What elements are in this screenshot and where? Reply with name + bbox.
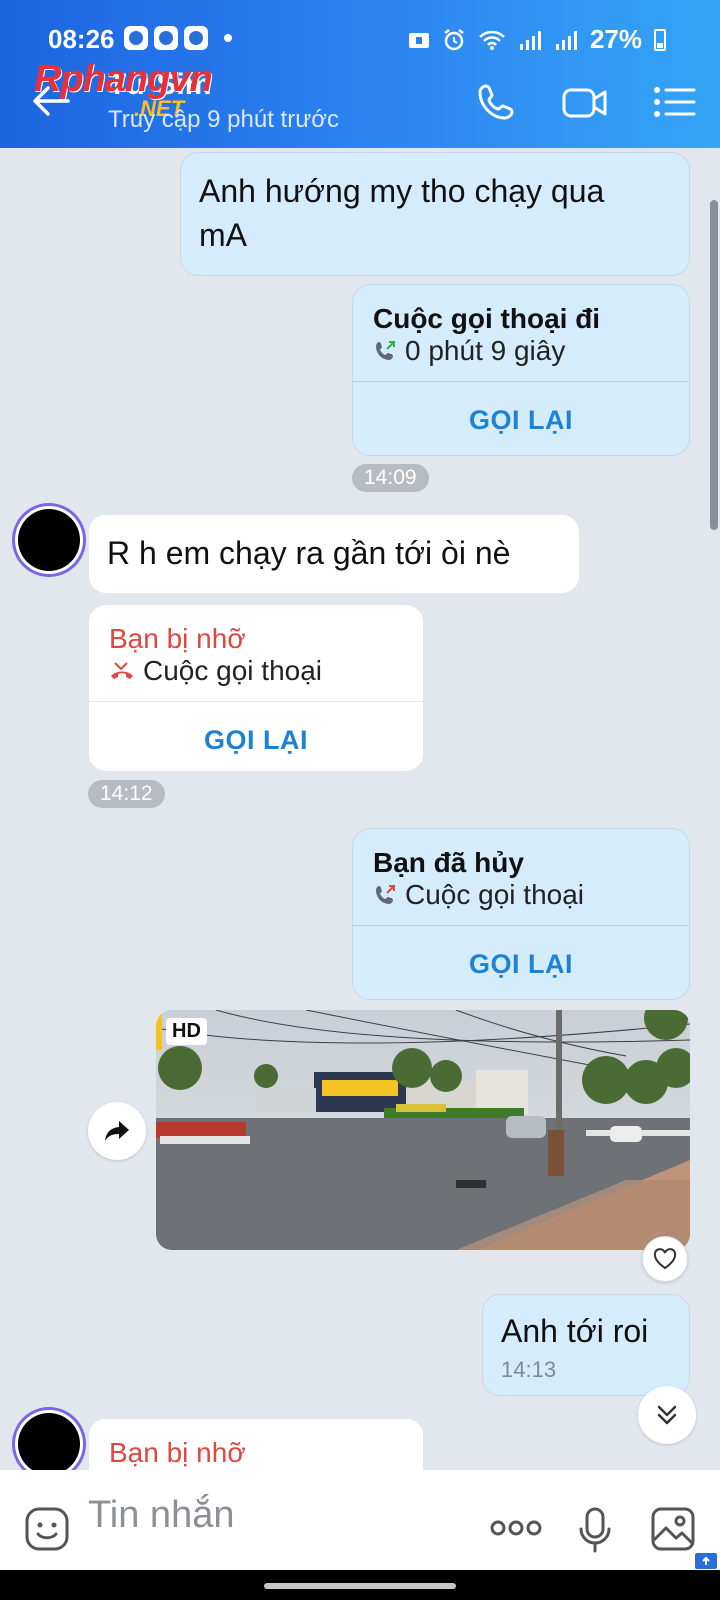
message-text: mA [199,217,247,253]
wifi-icon [479,30,505,50]
more-options-icon[interactable] [490,1518,542,1538]
time-divider: 14:09 [352,464,429,492]
avatar[interactable] [18,509,80,571]
call-detail: 0 phút 9 giây [373,335,565,367]
forward-icon [105,1121,129,1141]
outgoing-call-icon [376,341,395,360]
scrollbar[interactable] [710,200,718,530]
call-type: Cuộc gọi thoại [143,655,323,686]
call-card[interactable]: Cuộc gọi thoại đi 0 phút 9 giây GỌI LẠI [352,284,690,456]
hd-badge: HD [166,1018,207,1045]
street-photo[interactable] [156,1010,690,1250]
app-notification-icon [124,26,148,50]
call-card[interactable]: Bạn bị nhỡ Cuộc gọi thoại GỌI LẠI [88,604,424,772]
system-icons: 27% [408,24,666,55]
watermark: Rphangvn [34,58,213,100]
call-title: Bạn bị nhỡ [109,1437,246,1468]
status-time: 08:26 [48,24,115,54]
microphone-icon[interactable] [578,1506,612,1554]
battery-icon [654,28,666,51]
status-bar: 08:26 27% [0,0,720,58]
call-title: Bạn đã hủy [373,847,524,878]
menu-icon[interactable] [652,82,698,122]
message-text: Anh tới roi [501,1313,649,1349]
message-text: Anh hướng my tho chạy qua [199,173,605,209]
app-notification-icon [184,26,208,50]
home-gesture-handle[interactable] [264,1583,456,1589]
folder-icon [408,32,429,48]
signal-icon [519,30,541,50]
call-title: Bạn bị nhỡ [109,623,246,654]
more-notifications-icon [224,34,232,42]
folder-upload-icon [695,1553,717,1569]
call-type: Cuộc gọi thoại [405,879,585,910]
scroll-to-bottom-button[interactable] [638,1386,696,1444]
call-back-button[interactable]: GỌI LẠI [89,725,423,756]
app-notification-icon [154,26,178,50]
call-detail: Cuộc gọi thoại [373,879,584,911]
last-seen-status: Truy cập 9 phút trước [108,106,339,133]
message-bubble[interactable]: Anh tới roi 14:13 [482,1294,690,1396]
forward-button[interactable] [88,1102,146,1160]
double-chevron-down-icon [657,1405,677,1425]
top-bar: 08:26 27% Tư Sim Rphangvn .NET Truy cập … [0,0,720,148]
call-duration: 0 phút 9 giây [405,335,566,366]
emoji-sticker-icon[interactable] [24,1506,70,1552]
heart-icon [653,1248,677,1270]
avatar[interactable] [18,1413,80,1475]
divider [89,701,423,702]
message-text: R h em chạy ra gần tới òi nè [107,535,511,571]
cancelled-call-icon [376,885,395,904]
alarm-icon [444,28,464,50]
call-card[interactable]: Bạn đã hủy Cuộc gọi thoại GỌI LẠI [352,828,690,1000]
call-back-button[interactable]: GỌI LẠI [353,405,689,436]
call-title: Cuộc gọi thoại đi [373,303,601,334]
message-bubble[interactable]: R h em chạy ra gần tới òi nè [88,514,580,594]
missed-call-icon [111,662,133,679]
phone-icon[interactable] [474,82,520,122]
video-call-icon[interactable] [562,82,608,122]
react-button[interactable] [642,1236,688,1282]
divider [353,925,689,926]
image-gallery-icon[interactable] [650,1506,696,1552]
time-divider: 14:12 [88,780,165,808]
call-back-button[interactable]: GỌI LẠI [353,949,689,980]
call-detail: Cuộc gọi thoại [109,655,322,687]
message-time: 14:13 [501,1357,557,1382]
divider [353,381,689,382]
signal-icon [555,30,577,50]
message-bubble[interactable]: Anh hướng my tho chạy qua mA [180,152,690,276]
battery-percent: 27% [589,24,642,54]
message-input[interactable]: Tin nhắn [88,1494,234,1537]
notification-icons [124,26,232,50]
